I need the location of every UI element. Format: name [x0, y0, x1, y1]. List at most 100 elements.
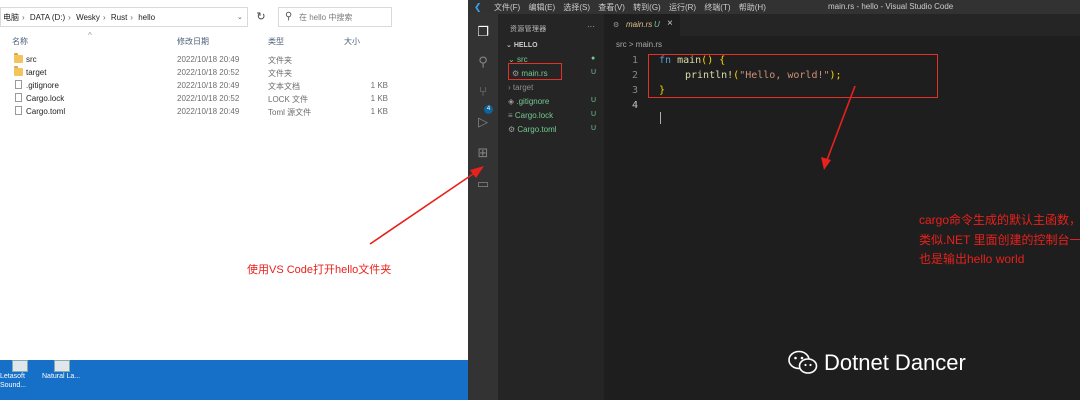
annotation-line: 类似.NET 里面创建的控制台一样，: [919, 233, 1080, 247]
tree-item-label: ◈ .gitignore: [508, 97, 550, 106]
file-name: target: [26, 68, 47, 77]
file-row[interactable]: .gitignore 2022/10/18 20:49 文本文档 1 KB: [0, 80, 400, 93]
menu-edit[interactable]: 编辑(E): [528, 3, 555, 12]
tab-bar: ⚙ main.rs U ×: [604, 14, 1080, 36]
file-row[interactable]: Cargo.lock 2022/10/18 20:52 LOCK 文件 1 KB: [0, 93, 400, 106]
breadcrumb-item[interactable]: 电脑: [3, 13, 19, 22]
file-type: 文件夹: [268, 69, 292, 78]
file-date: 2022/10/18 20:52: [177, 94, 240, 103]
menu-bar: 文件(F) 编辑(E) 选择(S) 查看(V) 转到(G) 运行(R) 终端(T…: [494, 2, 772, 13]
settings-file-icon: ⚙: [508, 125, 518, 134]
run-debug-icon[interactable]: ▷: [475, 114, 491, 130]
editor-breadcrumb[interactable]: src > main.rs: [616, 40, 662, 49]
annotation-highlight-box: [648, 54, 938, 98]
text-file-icon: [15, 80, 22, 89]
file-row[interactable]: Cargo.toml 2022/10/18 20:49 Toml 源文件 1 K…: [0, 106, 400, 119]
menu-view[interactable]: 查看(V): [598, 3, 625, 12]
menu-selection[interactable]: 选择(S): [563, 3, 590, 12]
breadcrumb-item[interactable]: DATA (D:): [30, 13, 65, 22]
line-number: 1: [631, 55, 638, 66]
activity-bar: ❐ ⚲ ⑂ 4 ▷ ⊞ ▭: [468, 14, 498, 400]
search-input[interactable]: [299, 11, 389, 24]
file-date: 2022/10/18 20:52: [177, 68, 240, 77]
tab-main-rs[interactable]: ⚙ main.rs U ×: [604, 14, 680, 36]
file-type: LOCK 文件: [268, 95, 309, 104]
column-header-type[interactable]: 类型: [268, 36, 284, 47]
modified-dot-icon: ●: [591, 55, 596, 62]
menu-go[interactable]: 转到(G): [633, 3, 661, 12]
tree-item-cargo-toml[interactable]: ⚙ Cargo.toml U: [498, 124, 604, 137]
desktop-shortcut[interactable]: Natural La...: [42, 360, 82, 400]
code-line[interactable]: 4: [604, 99, 1080, 114]
desktop-strip: Letasoft Sound... Natural La...: [0, 360, 468, 400]
menu-help[interactable]: 帮助(H): [739, 3, 766, 12]
workspace-folder-header[interactable]: ⌄ HELLO: [506, 41, 538, 49]
file-size: 1 KB: [370, 81, 388, 90]
file-size: 1 KB: [370, 94, 388, 103]
refresh-icon[interactable]: ↻: [252, 8, 270, 26]
annotation-open-folder: 使用VS Code打开hello文件夹: [247, 264, 392, 276]
git-status: U: [591, 97, 597, 104]
app-icon: [54, 360, 70, 372]
file-name: .gitignore: [26, 81, 59, 90]
annotation-highlight-box: [508, 63, 562, 80]
address-bar[interactable]: 电脑 › DATA (D:) › Wesky › Rust › hello ⌄: [0, 7, 248, 27]
chevron-down-icon: ⌄: [506, 42, 514, 49]
tree-item-cargo-lock[interactable]: ≡ Cargo.lock U: [498, 110, 604, 123]
search-box[interactable]: ⚲: [278, 7, 392, 27]
file-row[interactable]: target 2022/10/18 20:52 文件夹: [0, 66, 400, 80]
breadcrumb-separator: ›: [68, 13, 71, 22]
file-type: 文本文档: [268, 82, 300, 91]
tab-label: main.rs: [626, 20, 653, 29]
file-icon: [15, 106, 22, 115]
menu-terminal[interactable]: 终端(T): [704, 3, 730, 12]
file-explorer-window: 电脑 › DATA (D:) › Wesky › Rust › hello ⌄ ↻ ⚲ …: [0, 0, 468, 360]
screenshot-root: 电脑 › DATA (D:) › Wesky › Rust › hello ⌄ ↻ ⚲ …: [0, 0, 1080, 400]
sort-ascending-icon: ^: [88, 31, 92, 40]
search-icon: ⚲: [285, 11, 293, 22]
tree-item-label: › target: [508, 83, 534, 92]
column-headers: 名称 ^ 修改日期 类型 大小: [0, 31, 400, 48]
breadcrumb-item[interactable]: Rust: [111, 13, 127, 22]
annotation-line: cargo命令生成的默认主函数，输出hello world: [919, 213, 1080, 227]
app-icon: [12, 360, 28, 372]
breadcrumb-separator: ›: [102, 13, 106, 22]
tree-item-gitignore[interactable]: ◈ .gitignore U: [498, 96, 604, 109]
more-actions-icon[interactable]: ···: [587, 22, 595, 31]
breadcrumb-separator: ›: [22, 13, 25, 22]
search-icon[interactable]: ⚲: [475, 54, 491, 70]
file-name: Cargo.lock: [26, 94, 65, 103]
breadcrumb-item[interactable]: hello: [138, 13, 155, 22]
line-number: 2: [631, 70, 638, 81]
wechat-icon: [788, 350, 818, 374]
lock-file-icon: ≡: [508, 111, 515, 120]
rust-file-icon: ⚙: [613, 22, 620, 29]
file-type: Toml 源文件: [268, 108, 312, 117]
tree-item-target[interactable]: › target: [498, 82, 604, 95]
menu-file[interactable]: 文件(F): [494, 3, 520, 12]
chevron-down-icon[interactable]: ⌄: [237, 13, 245, 21]
folder-icon: [14, 66, 23, 76]
file-type: 文件夹: [268, 56, 292, 65]
file-name: src: [26, 55, 37, 64]
vscode-window: ❮ 文件(F) 编辑(E) 选择(S) 查看(V) 转到(G) 运行(R) 终端…: [468, 0, 1080, 400]
column-header-name[interactable]: 名称: [12, 36, 28, 47]
file-row[interactable]: src 2022/10/18 20:49 文件夹: [0, 53, 400, 67]
menu-run[interactable]: 运行(R): [669, 3, 696, 12]
extensions-icon[interactable]: ⊞: [475, 145, 491, 161]
desktop-shortcut-label: Letasoft Sound...: [0, 373, 27, 389]
column-header-date[interactable]: 修改日期: [177, 36, 209, 47]
breadcrumb-separator: ›: [130, 13, 133, 22]
explorer-files-icon[interactable]: ❐: [475, 24, 491, 40]
git-status: U: [591, 111, 597, 118]
breadcrumb-item[interactable]: Wesky: [76, 13, 100, 22]
desktop-shortcut[interactable]: Letasoft Sound...: [0, 360, 40, 400]
text-cursor: [660, 112, 661, 124]
sidebar-title: 资源管理器: [510, 26, 547, 33]
git-status: U: [591, 125, 597, 132]
column-header-size[interactable]: 大小: [344, 36, 360, 47]
source-control-icon[interactable]: ⑂: [475, 84, 491, 100]
tree-item-label: ⚙ Cargo.toml: [508, 125, 557, 134]
remote-explorer-icon[interactable]: ▭: [475, 176, 491, 192]
close-icon[interactable]: ×: [667, 18, 673, 29]
